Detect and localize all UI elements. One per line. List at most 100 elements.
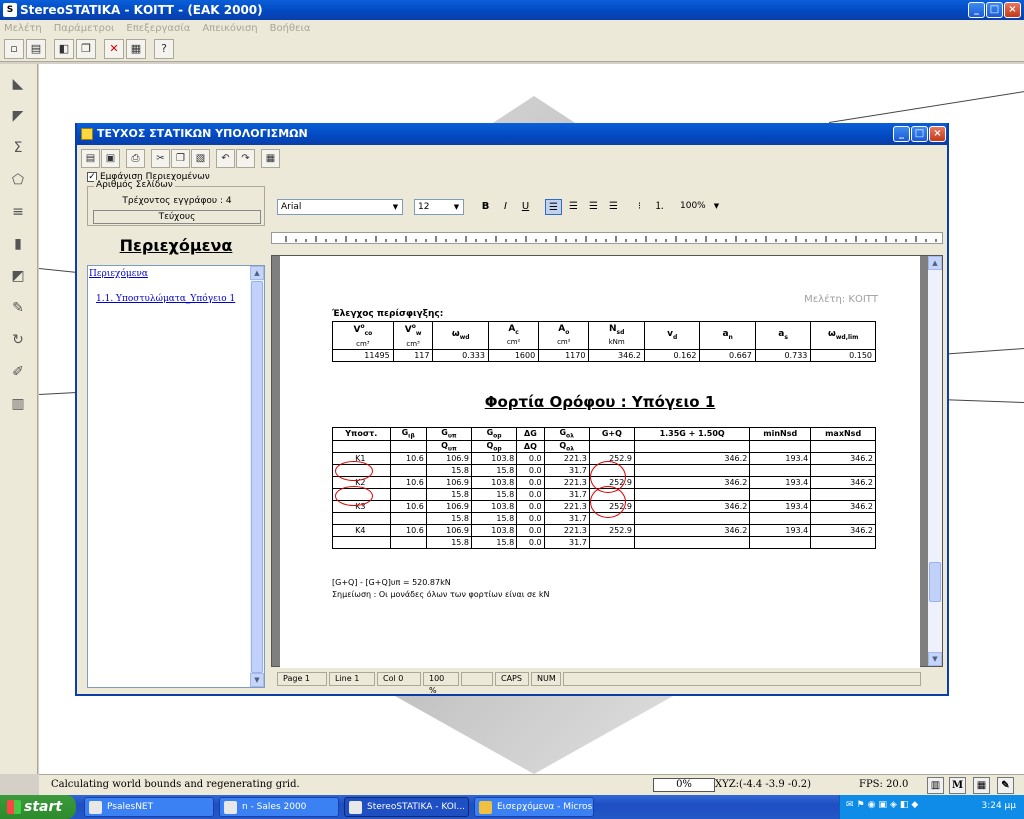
table-cell: 106.9 [425,476,473,490]
align-justify-icon[interactable]: ☰ [605,199,622,215]
table-header-cell: Υποστ. [332,427,391,441]
copy-icon[interactable]: ❐ [171,149,190,168]
zoom-select[interactable]: 100% ▼ [677,199,723,215]
minimize-button[interactable]: _ [968,2,985,18]
start-button[interactable]: start [0,795,76,819]
close-button[interactable]: × [1004,2,1021,18]
task-outlook[interactable]: Εισερχόμενα - Micros... [474,797,594,817]
table-cell [633,488,751,502]
status-line: Line 1 [329,672,375,686]
table-cell: 106.9 [425,524,473,538]
tray-icons[interactable]: ✉⚑◉▣◈◧◆ [846,800,921,810]
toc-scroll-thumb[interactable] [251,281,263,673]
underline-icon[interactable]: U [517,199,534,215]
table-header-cell: G+Q [588,427,635,441]
beam-tool-icon[interactable]: ◣ [6,72,30,96]
table-cell: 15.8 [425,464,473,478]
scroll-up-icon[interactable]: ▲ [250,266,264,280]
align-center-icon[interactable]: ☰ [565,199,582,215]
toc-item-contents[interactable]: Περιεχόμενα [89,269,148,279]
building-icon[interactable]: ▥ [927,777,944,794]
layers-tool-icon[interactable]: ≡ [6,200,30,224]
toc-item-columns[interactable]: 1.1. Υποστυλώματα_Υπόγειο 1 [96,294,235,304]
menu-apeikonisi[interactable]: Απεικόνιση [202,23,257,34]
copy-icon[interactable]: ❐ [76,39,96,59]
italic-icon[interactable]: I [497,199,514,215]
calculator-icon[interactable]: ▦ [973,777,990,794]
pen-icon[interactable]: ✎ [997,777,1014,794]
menu-meleti[interactable]: Μελέτη [4,23,42,34]
app-icon: S [3,3,17,17]
menu-epexergasia[interactable]: Επεξεργασία [126,23,190,34]
status-caps: CAPS [495,672,529,686]
app-statusbar: Calculating world bounds and regeneratin… [39,774,1024,795]
editor-scrollbar[interactable]: ▲ ▼ [928,256,942,666]
task-label: PsalesNET [107,802,154,812]
scroll-down-icon[interactable]: ▼ [928,652,942,666]
font-name-select[interactable]: Arial ▼ [277,199,403,215]
align-left-icon[interactable]: ☰ [545,199,562,215]
table-cell: 0.0 [516,476,545,490]
export-icon[interactable]: ▦ [126,39,146,59]
table-cell: 103.8 [471,500,518,514]
sum-tool-icon[interactable]: Σ [6,136,30,160]
table-header-cell: vd [643,321,701,350]
save-icon[interactable]: ▣ [101,149,120,168]
scroll-down-icon[interactable]: ▼ [250,673,264,687]
menu-voitheia[interactable]: Βοήθεια [270,23,311,34]
table-cell: 15.8 [471,488,518,502]
traffic-light-icon[interactable]: ▮ [6,232,30,256]
table-subheader-cell: Qολ [543,439,590,454]
task-stereostatika[interactable]: StereoSTATIKA - KOI... [344,797,469,817]
scroll-up-icon[interactable]: ▲ [928,256,942,270]
report-close-button[interactable]: × [929,126,946,142]
menu-parametroi[interactable]: Παράμετροι [54,23,115,34]
table-cell: 11495 [332,349,394,362]
delete-icon[interactable]: ✕ [104,39,124,59]
cut-icon[interactable]: ✂ [151,149,170,168]
table-subheader-cell: Qοp [471,439,518,454]
toc-scrollbar[interactable]: ▲ ▼ [250,266,264,687]
redo-icon[interactable]: ↷ [236,149,255,168]
status-message: Calculating world bounds and regeneratin… [51,779,300,790]
ruler[interactable] [271,232,943,244]
paste-icon[interactable]: ▧ [191,149,210,168]
editor-scroll-thumb[interactable] [929,562,941,602]
m-button[interactable]: M [949,777,966,794]
export-icon[interactable]: ▦ [261,149,280,168]
document-editor[interactable]: Μελέτη: ΚΟΙΤΤ Έλεγχος περίσφιγξης: Voco c… [271,255,943,668]
open-icon[interactable]: ▤ [81,149,100,168]
status-page: Page 1 [277,672,327,686]
units-note: Σημείωση : Οι μονάδες όλων των φορτίων ε… [332,590,550,599]
maximize-button[interactable]: □ [986,2,1003,18]
help-icon[interactable]: ? [154,39,174,59]
bold-icon[interactable]: B [477,199,494,215]
document-icon[interactable]: ◧ [54,39,74,59]
column-tool-icon[interactable]: ◩ [6,264,30,288]
table-header-cell: Vow cm³ [392,321,434,350]
task-sales2000[interactable]: n - Sales 2000 [219,797,339,817]
progress-value: 0% [653,778,715,792]
undo-icon[interactable]: ↶ [216,149,235,168]
font-size-select[interactable]: 12 ▼ [414,199,464,215]
teuxos-button[interactable]: Τεύχους [93,210,261,224]
shape-tool-icon[interactable]: ⬠ [6,168,30,192]
slab-tool-icon[interactable]: ◤ [6,104,30,128]
document-page[interactable]: Μελέτη: ΚΟΙΤΤ Έλεγχος περίσφιγξης: Voco c… [280,256,920,668]
table-cell [332,536,391,550]
new-file-icon[interactable]: ▫ [4,39,24,59]
page-header-study: Μελέτη: ΚΟΙΤΤ [804,294,878,305]
report-tool-icon[interactable]: ▥ [6,392,30,416]
align-right-icon[interactable]: ☰ [585,199,602,215]
edit-tool-icon[interactable]: ✐ [6,360,30,384]
pencil-tool-icon[interactable]: ✎ [6,296,30,320]
print-icon[interactable]: ⎙ [126,149,145,168]
report-minimize-button[interactable]: _ [893,126,910,142]
open-folder-icon[interactable]: ▤ [26,39,46,59]
numbered-list-icon[interactable]: ⒈ [651,199,668,215]
table-cell: 103.8 [471,452,518,466]
refresh-tool-icon[interactable]: ↻ [6,328,30,352]
bullet-list-icon[interactable]: ⁝ [631,199,648,215]
report-maximize-button[interactable]: □ [911,126,928,142]
task-psalesnet[interactable]: PsalesNET [84,797,214,817]
